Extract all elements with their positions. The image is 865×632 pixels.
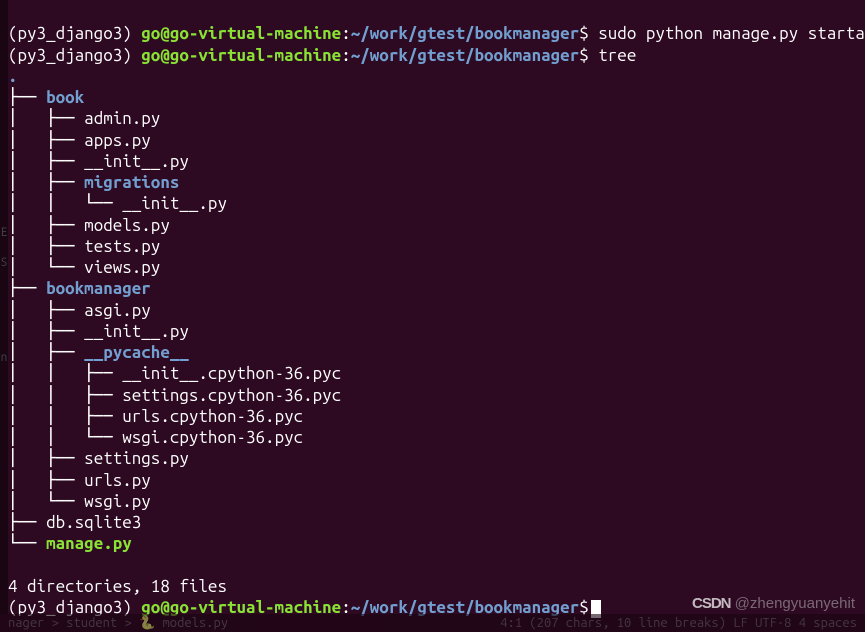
tree-branch: │ ├── [8,449,84,468]
tree-branch: │ ├── [8,152,84,171]
status-bar: nager > student > 🐍 models.py 4:1 (207 c… [0,614,865,632]
venv: (py3_django3) [8,24,141,43]
editor-gutter: E S n [0,0,8,614]
tree-branch: │ ├── [8,109,84,128]
tree-summary: 4 directories, 18 files [8,577,227,596]
file-item: urls.cpython-36.pyc [122,407,303,426]
gutter-mark: n [0,350,8,365]
user-host: go@go-virtual-machine [141,24,341,43]
cwd: ~/work/gtest/bookmanager [351,24,579,43]
file-item: models.py [84,216,170,235]
file-item: asgi.py [84,301,151,320]
tree-branch: │ │ └── [8,428,122,447]
tree-branch: │ │ ├── [8,407,122,426]
command: sudo python manage.py startapp book [598,24,865,43]
tree-branch: │ ├── [8,322,84,341]
tree-branch: └── [8,534,46,553]
gutter-mark: S [0,255,8,270]
file-exec: manage.py [46,534,132,553]
file-item: __init__.py [122,194,227,213]
file-item: db.sqlite3 [46,513,141,532]
file-item: settings.cpython-36.pyc [122,386,341,405]
status-left: nager > student > 🐍 models.py [8,615,228,631]
file-item: wsgi.cpython-36.pyc [122,428,303,447]
tree-branch: │ │ ├── [8,364,122,383]
prompt-line: (py3_django3) go@go-virtual-machine:~/wo… [8,24,865,43]
dir-pycache: __pycache__ [84,343,189,362]
tree-branch: │ └── [8,492,84,511]
gutter-mark: E [0,225,8,240]
terminal-output[interactable]: (py3_django3) go@go-virtual-machine:~/wo… [0,0,865,620]
tree-branch: │ ├── [8,173,84,192]
tree-branch: │ ├── [8,131,84,150]
tree-root: . [8,67,18,86]
file-item: urls.py [84,471,151,490]
file-item: apps.py [84,131,151,150]
tree-branch: │ └── [8,258,84,277]
tree-branch: │ ├── [8,237,84,256]
tree-branch: │ │ └── [8,194,122,213]
cwd: ~/work/gtest/bookmanager [351,46,579,65]
tree-branch: ├── [8,88,46,107]
tree-branch: │ ├── [8,216,84,235]
file-item: wsgi.py [84,492,151,511]
tree-branch: │ ├── [8,343,84,362]
tree-branch: │ │ ├── [8,386,122,405]
file-item: __init__.cpython-36.pyc [122,364,341,383]
file-item: tests.py [84,237,160,256]
tree-branch: │ ├── [8,301,84,320]
user-host: go@go-virtual-machine [141,46,341,65]
file-item: settings.py [84,449,189,468]
file-item: admin.py [84,109,160,128]
dir-book: book [46,88,84,107]
command: tree [598,46,636,65]
dir-migrations: migrations [84,173,179,192]
watermark-handle: @zhengyuanyehit [731,595,855,612]
tree-branch: ├── [8,513,46,532]
tree-branch: │ ├── [8,471,84,490]
file-item: __init__.py [84,322,189,341]
dir-bookmanager: bookmanager [46,279,151,298]
prompt-line: (py3_django3) go@go-virtual-machine:~/wo… [8,46,636,65]
watermark-brand: CSDN [692,595,731,612]
tree-branch: ├── [8,279,46,298]
venv: (py3_django3) [8,46,141,65]
status-right: 4:1 (207 chars, 10 line breaks) LF UTF-8… [500,615,857,631]
file-item: __init__.py [84,152,189,171]
watermark: CSDN @zhengyuanyehit [692,595,855,614]
file-item: views.py [84,258,160,277]
